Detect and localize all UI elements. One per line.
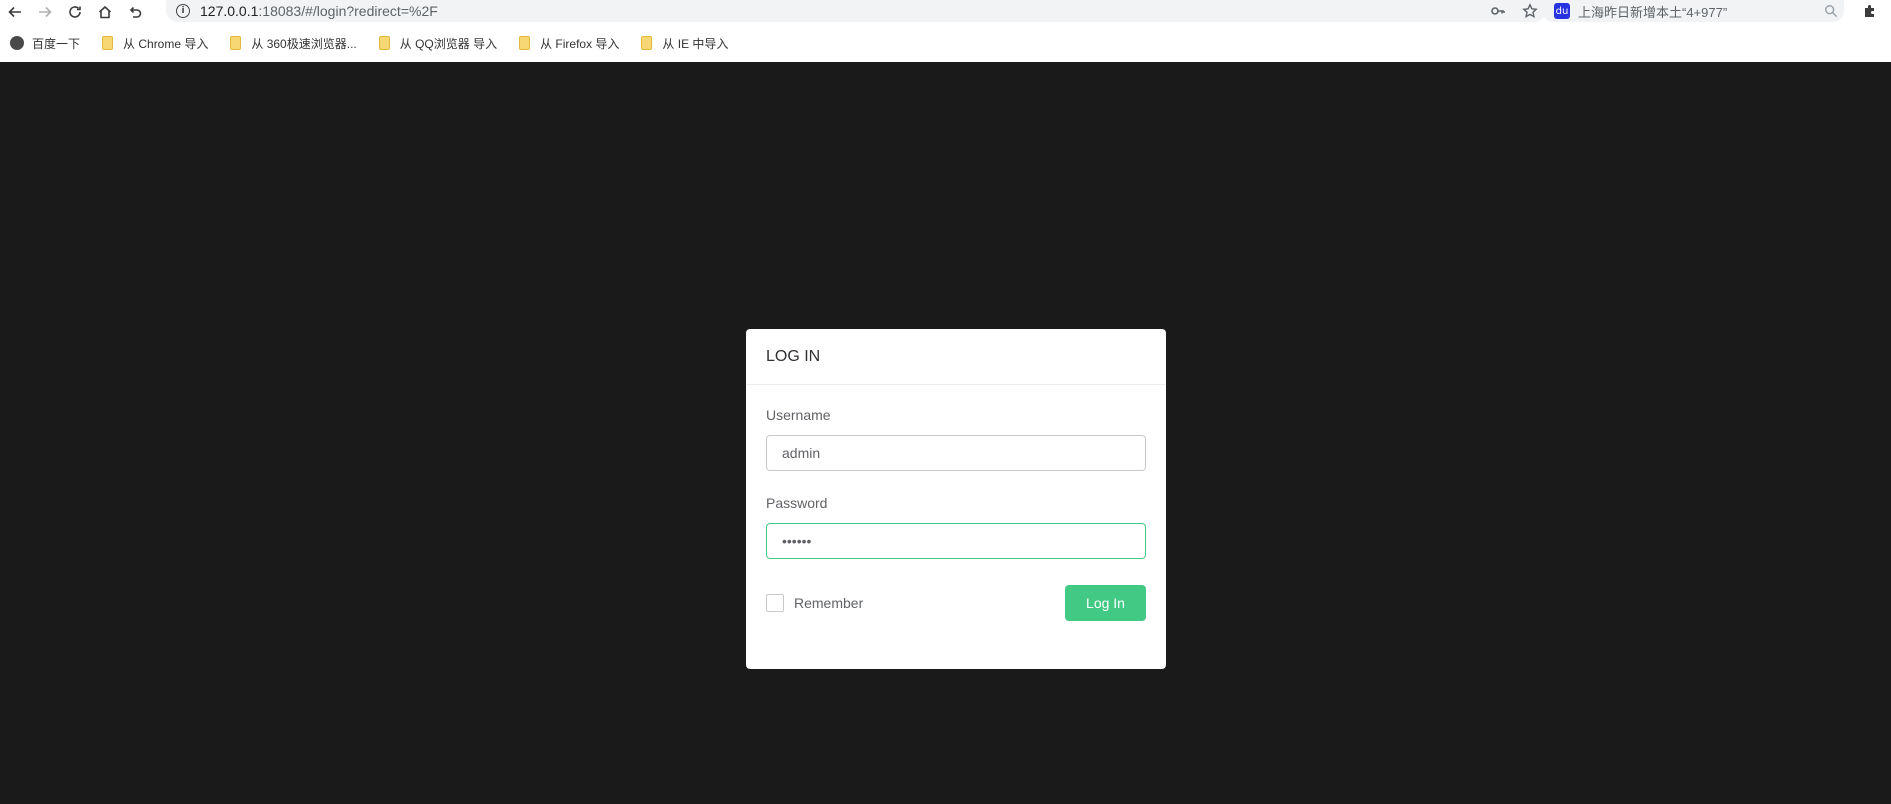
bookmark-folder-qq[interactable]: 从 QQ浏览器 导入 <box>378 35 498 52</box>
back-icon[interactable] <box>0 0 30 24</box>
site-info-icon[interactable]: i <box>176 4 190 18</box>
url-text: 127.0.0.1:18083/#/login?redirect=%2F <box>200 3 438 19</box>
checkbox-box[interactable] <box>766 594 784 612</box>
folder-icon <box>641 36 653 50</box>
login-form: Username admin Password •••••• Remember … <box>746 385 1166 621</box>
bookmark-label: 从 Firefox 导入 <box>540 36 620 51</box>
form-footer: Remember Log In <box>766 585 1146 621</box>
reload-icon[interactable] <box>60 0 90 24</box>
globe-icon <box>10 36 24 50</box>
forward-icon[interactable] <box>30 0 60 24</box>
url-host: 127.0.0.1 <box>200 3 259 19</box>
search-icon[interactable] <box>1818 4 1844 18</box>
url-path: :18083/#/login?redirect=%2F <box>258 3 438 19</box>
password-input[interactable]: •••••• <box>766 523 1146 559</box>
bookmark-folder-360[interactable]: 从 360极速浏览器... <box>230 35 357 52</box>
remember-label: Remember <box>794 595 864 611</box>
login-card: LOG IN Username admin Password •••••• Re… <box>746 329 1166 669</box>
login-title: LOG IN <box>746 329 1166 385</box>
folder-icon <box>378 36 390 50</box>
username-label: Username <box>766 407 831 423</box>
remember-checkbox[interactable]: Remember <box>766 594 863 612</box>
home-icon[interactable] <box>90 0 120 24</box>
bookmark-baidu[interactable]: 百度一下 <box>10 35 80 52</box>
bookmark-label: 从 IE 中导入 <box>662 36 729 51</box>
key-icon[interactable] <box>1482 0 1514 22</box>
address-bar[interactable]: i 127.0.0.1:18083/#/login?redirect=%2F <box>166 0 1546 22</box>
baidu-icon: du <box>1554 3 1570 19</box>
search-suggestion: 上海昨日新增本土“4+977” <box>1578 4 1728 20</box>
password-label: Password <box>766 495 828 511</box>
folder-icon <box>230 36 242 50</box>
extensions-icon[interactable] <box>1852 0 1888 22</box>
browser-toolbar: i 127.0.0.1:18083/#/login?redirect=%2F d… <box>0 0 1891 24</box>
bookmark-label: 百度一下 <box>32 36 81 51</box>
bookmark-label: 从 QQ浏览器 导入 <box>399 36 498 51</box>
omnibox-actions <box>1482 0 1546 22</box>
bookmark-folder-chrome[interactable]: 从 Chrome 导入 <box>102 35 208 52</box>
undo-icon[interactable] <box>120 0 150 24</box>
bookmark-folder-ie[interactable]: 从 IE 中导入 <box>641 35 728 52</box>
search-box[interactable]: du 上海昨日新增本土“4+977” <box>1542 0 1844 22</box>
bookmark-label: 从 360极速浏览器... <box>251 36 357 51</box>
folder-icon <box>102 36 114 50</box>
bookmark-label: 从 Chrome 导入 <box>123 36 209 51</box>
bookmark-folder-firefox[interactable]: 从 Firefox 导入 <box>519 35 619 52</box>
login-button[interactable]: Log In <box>1065 585 1146 621</box>
folder-icon <box>519 36 531 50</box>
username-input[interactable]: admin <box>766 435 1146 471</box>
bookmarks-bar: 百度一下 从 Chrome 导入 从 360极速浏览器... 从 QQ浏览器 导… <box>0 24 1891 62</box>
